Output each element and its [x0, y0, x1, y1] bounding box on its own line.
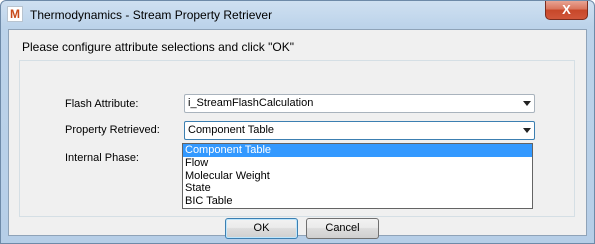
cancel-button[interactable]: Cancel — [306, 218, 379, 239]
dropdown-option[interactable]: BIC Table — [183, 195, 532, 208]
title-bar[interactable]: M Thermodynamics - Stream Property Retri… — [1, 1, 594, 29]
dropdown-option[interactable]: Component Table — [183, 144, 532, 157]
flash-attribute-value: i_StreamFlashCalculation — [188, 97, 314, 109]
close-icon[interactable]: X — [545, 1, 588, 20]
internal-phase-label: Internal Phase: — [65, 152, 139, 164]
window-title: Thermodynamics - Stream Property Retriev… — [30, 8, 273, 22]
dropdown-option[interactable]: Flow — [183, 157, 532, 170]
property-retrieved-dropdown-list[interactable]: Component Table Flow Molecular Weight State… — [182, 143, 533, 209]
property-retrieved-value: Component Table — [188, 124, 275, 136]
ok-button[interactable]: OK — [225, 218, 298, 239]
chevron-down-icon — [523, 128, 531, 133]
app-icon: M — [7, 6, 23, 22]
property-retrieved-select[interactable]: Component Table — [184, 121, 535, 140]
property-retrieved-label: Property Retrieved: — [65, 124, 160, 136]
flash-attribute-label: Flash Attribute: — [65, 98, 139, 110]
flash-attribute-select[interactable]: i_StreamFlashCalculation — [184, 94, 535, 113]
dropdown-option[interactable]: State — [183, 182, 532, 195]
dropdown-option[interactable]: Molecular Weight — [183, 170, 532, 183]
instruction-text: Please configure attribute selections an… — [22, 40, 294, 54]
chevron-down-icon — [523, 101, 531, 106]
